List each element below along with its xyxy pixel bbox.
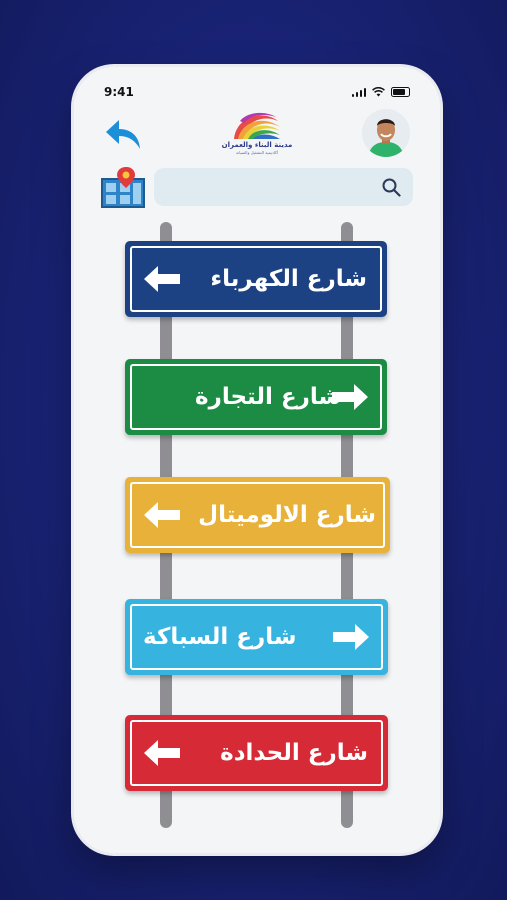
- battery-icon: [391, 87, 410, 97]
- avatar[interactable]: [362, 109, 410, 157]
- back-arrow-icon[interactable]: [104, 117, 142, 151]
- logo-title: مدينة البناء والعمران أكاديمية التشغيل و…: [218, 141, 296, 156]
- sign-plumbing-street[interactable]: شارع السباكة: [125, 599, 388, 675]
- logo-emblem: [234, 112, 280, 139]
- sign-electricity-street[interactable]: شارع الكهرباء: [125, 241, 387, 317]
- logo-tagline: أكاديمية التشغيل والصيانة: [235, 150, 279, 155]
- arrow-left-icon: [144, 502, 180, 528]
- search-input[interactable]: [154, 168, 413, 206]
- sign-commerce-street[interactable]: شارع التجارة: [125, 359, 387, 435]
- arrow-left-icon: [144, 740, 180, 766]
- sign-blacksmith-street[interactable]: شارع الحدادة: [125, 715, 388, 791]
- sign-label: شارع السباكة: [143, 624, 297, 650]
- arrow-right-icon: [333, 624, 369, 650]
- arrow-left-icon: [144, 266, 180, 292]
- phone-screen: 9:41 مدينة البناء والعمران أكاديمية التش…: [74, 67, 440, 853]
- arrow-right-icon: [332, 384, 368, 410]
- status-icons: [351, 87, 410, 97]
- sign-label: شارع الكهرباء: [210, 266, 367, 292]
- sign-label: شارع التجارة: [195, 384, 342, 410]
- signal-icon: [351, 87, 366, 97]
- sign-aluminium-street[interactable]: شارع الالوميتال: [125, 477, 390, 553]
- app-logo: مدينة البناء والعمران أكاديمية التشغيل و…: [218, 107, 296, 165]
- wifi-icon: [372, 87, 385, 97]
- sign-label: شارع الالوميتال: [198, 502, 376, 528]
- search-icon[interactable]: [381, 177, 401, 197]
- map-pin-icon[interactable]: [100, 165, 146, 211]
- sign-label: شارع الحدادة: [220, 740, 368, 766]
- status-time: 9:41: [104, 85, 134, 99]
